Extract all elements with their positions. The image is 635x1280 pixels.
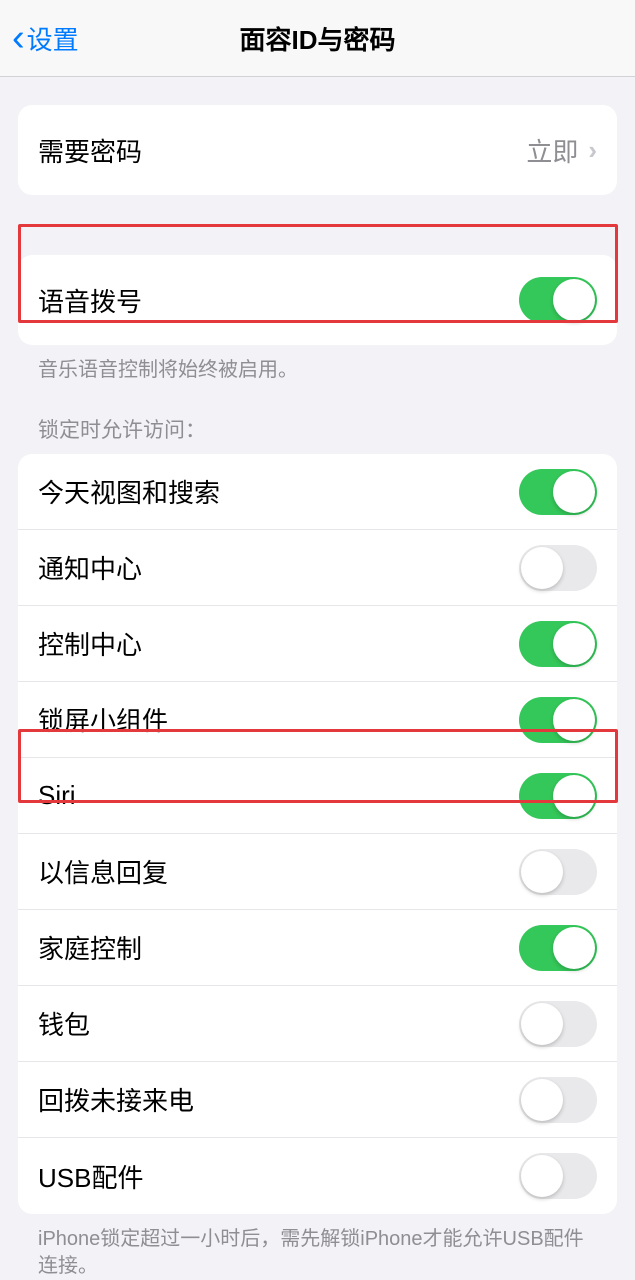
chevron-left-icon: ‹ bbox=[12, 19, 25, 57]
toggle-knob bbox=[553, 279, 595, 321]
row-locked-item: 通知中心 bbox=[18, 530, 617, 606]
toggle-locked-item[interactable] bbox=[519, 1153, 597, 1199]
toggle-locked-item[interactable] bbox=[519, 621, 597, 667]
toggle-knob bbox=[521, 1003, 563, 1045]
row-label: 钱包 bbox=[38, 1005, 90, 1042]
row-label: 今天视图和搜索 bbox=[38, 473, 220, 510]
back-label: 设置 bbox=[27, 20, 79, 57]
toggle-knob bbox=[553, 471, 595, 513]
row-label: 控制中心 bbox=[38, 625, 142, 662]
toggle-knob bbox=[553, 927, 595, 969]
row-label: 锁屏小组件 bbox=[38, 701, 168, 738]
row-locked-item: 回拨未接来电 bbox=[18, 1062, 617, 1138]
toggle-locked-item[interactable] bbox=[519, 469, 597, 515]
toggle-knob bbox=[553, 623, 595, 665]
toggle-locked-item[interactable] bbox=[519, 849, 597, 895]
toggle-locked-item[interactable] bbox=[519, 773, 597, 819]
toggle-knob bbox=[521, 1079, 563, 1121]
chevron-right-icon: › bbox=[588, 135, 597, 166]
toggle-locked-item[interactable] bbox=[519, 1001, 597, 1047]
footer-voice-dial: 音乐语音控制将始终被启用。 bbox=[18, 345, 617, 384]
back-button[interactable]: ‹ 设置 bbox=[0, 19, 79, 57]
row-label: 需要密码 bbox=[38, 132, 142, 169]
footer-locked-access: iPhone锁定超过一小时后，需先解锁iPhone才能允许USB配件连接。 bbox=[18, 1214, 617, 1280]
toggle-locked-item[interactable] bbox=[519, 1077, 597, 1123]
navbar: ‹ 设置 面容ID与密码 bbox=[0, 0, 635, 77]
row-label: USB配件 bbox=[38, 1158, 143, 1195]
toggle-locked-item[interactable] bbox=[519, 697, 597, 743]
toggle-knob bbox=[553, 699, 595, 741]
row-locked-item: 控制中心 bbox=[18, 606, 617, 682]
toggle-knob bbox=[521, 851, 563, 893]
toggle-knob bbox=[521, 547, 563, 589]
row-locked-item: 以信息回复 bbox=[18, 834, 617, 910]
row-locked-item: USB配件 bbox=[18, 1138, 617, 1214]
row-locked-item: Siri bbox=[18, 758, 617, 834]
toggle-knob bbox=[553, 775, 595, 817]
group-voice-dial: 语音拨号 bbox=[18, 255, 617, 345]
group-require-passcode: 需要密码 立即 › bbox=[18, 105, 617, 195]
row-label: 以信息回复 bbox=[38, 853, 168, 890]
row-locked-item: 钱包 bbox=[18, 986, 617, 1062]
row-require-passcode[interactable]: 需要密码 立即 › bbox=[18, 105, 617, 195]
row-value: 立即 bbox=[526, 132, 578, 169]
header-locked-access: 锁定时允许访问： bbox=[18, 384, 617, 454]
row-locked-item: 家庭控制 bbox=[18, 910, 617, 986]
toggle-knob bbox=[521, 1155, 563, 1197]
row-locked-item: 今天视图和搜索 bbox=[18, 454, 617, 530]
toggle-locked-item[interactable] bbox=[519, 545, 597, 591]
row-label: 通知中心 bbox=[38, 549, 142, 586]
row-label: 家庭控制 bbox=[38, 929, 142, 966]
row-label: 回拨未接来电 bbox=[38, 1081, 194, 1118]
page-title: 面容ID与密码 bbox=[239, 20, 395, 57]
toggle-locked-item[interactable] bbox=[519, 925, 597, 971]
toggle-voice-dial[interactable] bbox=[519, 277, 597, 323]
row-right: 立即 › bbox=[526, 132, 597, 169]
row-label: Siri bbox=[38, 780, 76, 811]
row-locked-item: 锁屏小组件 bbox=[18, 682, 617, 758]
row-label: 语音拨号 bbox=[38, 282, 142, 319]
row-voice-dial: 语音拨号 bbox=[18, 255, 617, 345]
group-locked-access: 今天视图和搜索通知中心控制中心锁屏小组件 Siri 以信息回复家庭控制钱包回拨未接来… bbox=[18, 454, 617, 1214]
